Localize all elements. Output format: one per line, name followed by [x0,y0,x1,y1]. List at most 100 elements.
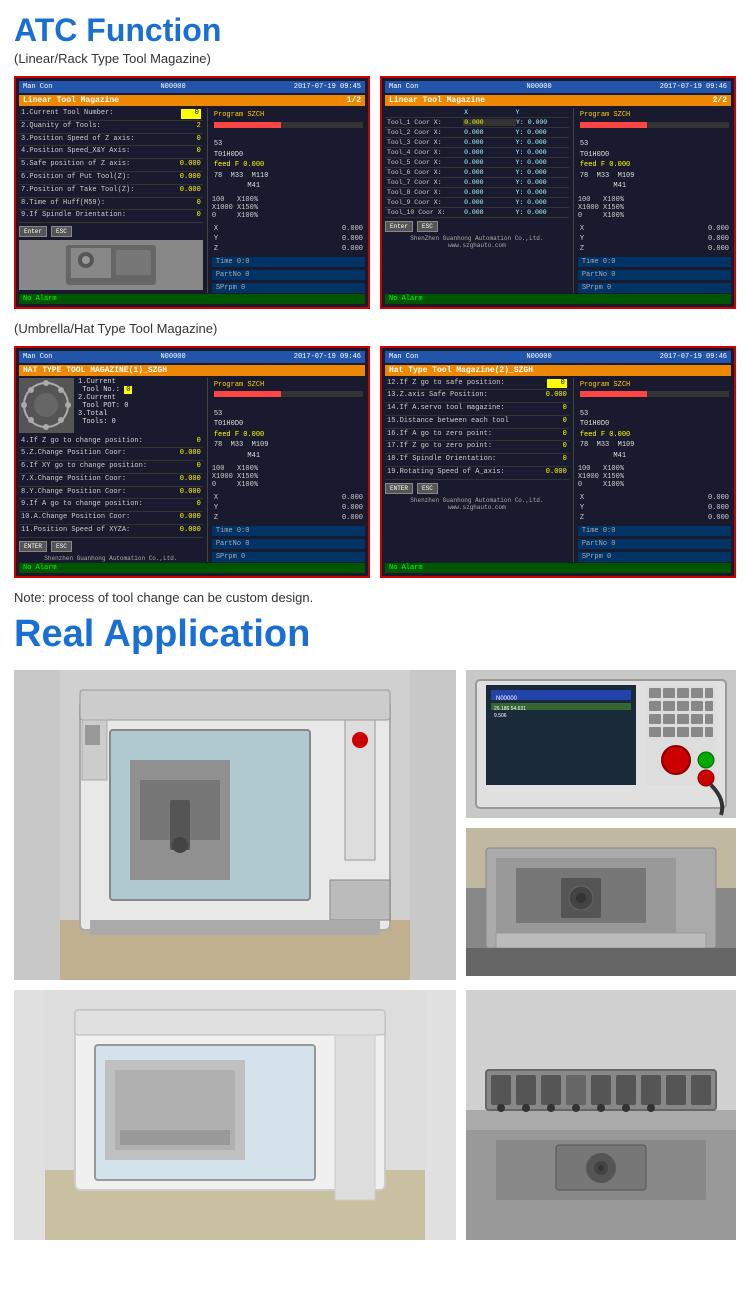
coords-3: X0.000 Y0.000 Z0.000 [212,493,365,523]
sprpm-2: SPrpm 0 [578,283,731,293]
cnc-left-4: 12.If Z go to safe position: 0 13.Z.axis… [385,378,569,563]
partno-4: PartNo 0 [578,539,731,549]
coords-4: X0.000 Y0.000 Z0.000 [578,493,731,523]
tool-row: Tool_4 Coor X: 0.000 Y: 0.000 [385,148,569,158]
partno-3: PartNo 0 [212,539,365,549]
alarm-2: No Alarm [385,294,731,304]
svg-text:9.506: 9.506 [494,713,507,719]
cnc-row: 14.If A.servo tool magazine: 0 [385,403,569,416]
prog-display-2: Program SZCH 53 T01H0D0 feed F 0.000 78 … [578,108,731,194]
cnc-left-2: X Y Tool_1 Coor X: 0.000 Y: 0.000 Tool_2… [385,108,569,293]
cnc-title-3: HAT TYPE TOOL MAGAZINE(1)_SZGH [19,365,365,376]
cnc-date-1: 2017-07-19 09:45 [294,83,361,91]
esc-btn-2[interactable]: ESC [417,221,438,232]
cnc-body-4: 12.If Z go to safe position: 0 13.Z.axis… [385,378,731,563]
hat-img [19,378,74,433]
cnc-title-1: Linear Tool Magazine 1/2 [19,95,365,106]
enter-esc-3: ENTER ESC [19,541,203,552]
real-app-title: Real Application [14,613,736,656]
tool-row: Tool_3 Coor X: 0.000 Y: 0.000 [385,138,569,148]
enter-esc-4: ENTER ESC [385,483,569,494]
enter-btn-3[interactable]: ENTER [19,541,47,552]
cnc-body-1: 1.Current Tool Number: 0 2.Quanity of To… [19,108,365,293]
tool-row: Tool_6 Coor X: 0.000 Y: 0.000 [385,168,569,178]
company-4: Shenzhen Guanhong Automation Co.,Ltd. [385,497,569,504]
cnc-header-4: Man Con N00000 2017-07-19 09:46 [385,351,731,363]
cnc-row: 1.Current Tool Number: 0 [19,108,203,121]
photos-top-row: N00000 26.186 54.631 9.506 [14,670,736,980]
cnc-date-2: 2017-07-19 09:46 [660,83,727,91]
cnc-row: 6.If XY go to change position: 0 [19,461,203,474]
tool-header: X Y [385,108,569,118]
enter-btn-4[interactable]: ENTER [385,483,413,494]
cnc-row: 4.Position Speed_X&Y Axis: 0 [19,146,203,159]
enter-btn-1[interactable]: Enter [19,226,47,237]
spindle-1: 100 X100% X1000 X150% 0 X100% [212,196,365,220]
cnc-row: 5.Z.Change Position Coor: 0.000 [19,448,203,461]
cnc-row: 9.If Spindle Orientation: 0 [19,210,203,223]
cnc-mode-2: Man Con [389,83,418,91]
prog-bar-fill-3 [214,391,281,397]
prog-bar-fill-1 [214,122,281,128]
cnc-left-1: 1.Current Tool Number: 0 2.Quanity of To… [19,108,203,293]
prog-display-1: Program SZCH 53 T01H0D0 feed F 0.000 78 … [212,108,365,194]
hat-screen-2: Man Con N00000 2017-07-19 09:46 Hat Type… [380,346,736,579]
prog-bar-2 [580,122,729,128]
linear-subtitle: (Linear/Rack Type Tool Magazine) [14,51,736,66]
note-text: Note: process of tool change can be cust… [14,590,736,605]
photo-control-panel: N00000 26.186 54.631 9.506 [466,670,736,980]
sprpm-4: SPrpm 0 [578,552,731,562]
website-4: www.szghauto.com [385,504,569,511]
photo-tool-close [466,990,736,1240]
cnc-right-2: Program SZCH 53 T01H0D0 feed F 0.000 78 … [573,108,731,293]
cnc-right-1: Program SZCH 53 T01H0D0 feed F 0.000 78 … [207,108,365,293]
tool-row: Tool_5 Coor X: 0.000 Y: 0.000 [385,158,569,168]
cnc-program-1: N00000 [160,83,185,91]
tool-row: Tool_7 Coor X: 0.000 Y: 0.000 [385,178,569,188]
sprpm-3: SPrpm 0 [212,552,365,562]
coords-2: X0.000 Y0.000 Z0.000 [578,224,731,254]
cnc-row: 7.X.Change Position Coor: 0.000 [19,474,203,487]
spindle-3: 100 X100% X1000 X150% 0 X100% [212,465,365,489]
prog-display-4: Program SZCH 53 T01H0D0 feed F 0.000 78 … [578,378,731,464]
esc-btn-1[interactable]: ESC [51,226,72,237]
linear-screen-1: Man Con N00000 2017-07-19 09:45 Linear T… [14,76,370,309]
photos-bottom-row [14,990,736,1240]
status-4: Time 0:0 [578,526,731,536]
cnc-row: 12.If Z go to safe position: 0 [385,378,569,391]
sprpm-1: SPrpm 0 [212,283,365,293]
cnc-row: 7.Position of Take Tool(Z): 0.000 [19,185,203,198]
cnc-right-3: Program SZCH 53 T01H0D0 feed F 0.000 78 … [207,378,365,563]
umbrella-subtitle: (Umbrella/Hat Type Tool Magazine) [14,321,736,336]
alarm-1: No Alarm [19,294,365,304]
spindle-2: 100 X100% X1000 X150% 0 X100% [578,196,731,220]
cnc-row: 11.Position Speed of XYZA: 0.000 [19,525,203,538]
prog-bar-fill-4 [580,391,647,397]
prog-bar-4 [580,391,729,397]
cnc-row: 13.Z.axis Safe Position: 0.000 [385,390,569,403]
enter-esc-1: Enter ESC [19,226,203,237]
website-2: www.szghauto.com [385,242,569,249]
svg-text:26.186 54.631: 26.186 54.631 [494,706,526,712]
cnc-body-2: X Y Tool_1 Coor X: 0.000 Y: 0.000 Tool_2… [385,108,731,293]
cnc-row: 15.Distance between each tool 0 [385,416,569,429]
cnc-row: 6.Position of Put Tool(Z): 0.000 [19,172,203,185]
photo-empty-machine [14,990,456,1240]
cnc-row: 8.Time of Huff(M59): 0 [19,198,203,211]
tool-row: Tool_8 Coor X: 0.000 Y: 0.000 [385,188,569,198]
cnc-row: 5.Safe position of Z axis: 0.000 [19,159,203,172]
esc-btn-4[interactable]: ESC [417,483,438,494]
esc-btn-3[interactable]: ESC [51,541,72,552]
enter-btn-2[interactable]: Enter [385,221,413,232]
hat-screen-1: Man Con N00000 2017-07-19 09:46 HAT TYPE… [14,346,370,579]
status-1: Time 0:0 [212,257,365,267]
partno-1: PartNo 0 [212,270,365,280]
status-3: Time 0:0 [212,526,365,536]
cnc-header-2: Man Con N00000 2017-07-19 09:46 [385,81,731,93]
partno-2: PartNo 0 [578,270,731,280]
cnc-row: 9.If A go to change position: 0 [19,499,203,512]
cnc-header-3: Man Con N00000 2017-07-19 09:46 [19,351,365,363]
cnc-row: 10.A.Change Position Coor: 0.000 [19,512,203,525]
linear-screen-2: Man Con N00000 2017-07-19 09:46 Linear T… [380,76,736,309]
cnc-body-3: 1.Current Tool No.: 0 2.Current Tool POT… [19,378,365,563]
